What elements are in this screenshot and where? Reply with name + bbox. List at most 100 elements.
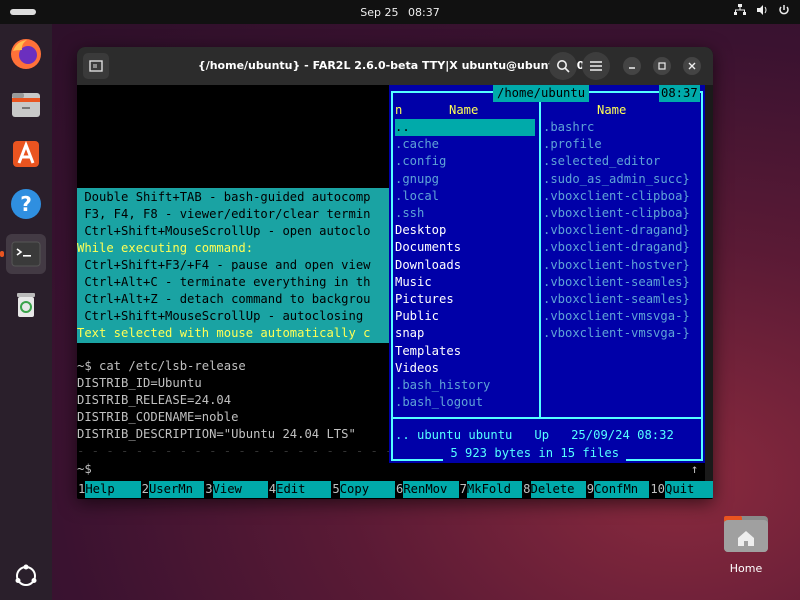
help-line: Text selected with mouse automatically c (77, 326, 371, 340)
fkey-button[interactable]: 10 Quit (649, 481, 713, 498)
dock-files[interactable] (6, 84, 46, 124)
dock-firefox[interactable] (6, 34, 46, 74)
file-item[interactable]: .selected_editor (543, 153, 660, 170)
fkey-label: UserMn (148, 481, 205, 498)
fkey-number: 1 (77, 481, 86, 498)
file-item[interactable]: .. (395, 119, 535, 137)
volume-icon (756, 4, 768, 19)
help-line: Ctrl+Shift+MouseScrollUp - open autoclo (77, 224, 371, 238)
fkey-button[interactable]: 6 RenMov (394, 481, 459, 498)
file-item[interactable]: .bash_history (395, 377, 490, 394)
file-item[interactable]: .sudo_as_admin_succ} (543, 171, 690, 188)
file-item[interactable]: Downloads (395, 257, 461, 274)
file-item[interactable]: .vboxclient-seamles} (543, 274, 690, 291)
fkey-button[interactable]: 9 ConfMn (585, 481, 650, 498)
separator-line: - - - - - - - - - - - - - - - - - - - - … (77, 444, 389, 458)
help-icon: ? (11, 189, 41, 219)
fkey-button[interactable]: 2 UserMn (140, 481, 205, 498)
file-item[interactable]: Documents (395, 239, 461, 256)
trash-icon (17, 293, 35, 317)
power-icon (778, 4, 790, 19)
show-apps-icon[interactable] (14, 564, 38, 588)
console-line: DISTRIB_DESCRIPTION="Ubuntu 24.04 LTS" (77, 427, 356, 441)
minimize-button[interactable] (623, 57, 641, 75)
file-item[interactable]: .vboxclient-clipboa} (543, 188, 690, 205)
fkey-button[interactable]: 5 Copy (331, 481, 395, 498)
file-item[interactable]: .gnupg (395, 171, 439, 188)
file-item[interactable]: snap (395, 325, 424, 342)
console-line: DISTRIB_RELEASE=24.04 (77, 393, 232, 407)
function-key-bar: 1 Help 2 UserMn 3 View 4 Edit 5 Copy 6 RenMov 7 MkFol… (77, 481, 713, 498)
fkey-number: 4 (267, 481, 277, 498)
help-line: While executing command: (77, 241, 254, 255)
command-prompt[interactable]: ~$ (77, 461, 92, 478)
file-item[interactable]: Desktop (395, 222, 446, 239)
fkey-button[interactable]: 4 Edit (267, 481, 332, 498)
console-line: ~$ cat /etc/lsb-release (77, 359, 246, 373)
fkey-label: RenMov (403, 481, 459, 498)
fkey-label: Copy (339, 481, 395, 498)
panel-col-n: n (395, 103, 403, 117)
scrollbar[interactable] (705, 85, 713, 481)
dock-trash[interactable] (6, 284, 46, 324)
fkey-label: Help (85, 481, 141, 498)
fkey-button[interactable]: 1 Help (77, 481, 141, 498)
file-item[interactable]: .ssh (395, 205, 424, 222)
fkey-number: 5 (331, 481, 340, 498)
file-panel[interactable]: /home/ubuntu 08:37 n Name Name .. .cache.… (389, 85, 705, 463)
file-item[interactable]: .vboxclient-vmsvga-} (543, 308, 690, 325)
close-button[interactable] (683, 57, 701, 75)
close-icon (688, 62, 696, 70)
dock-terminal[interactable] (0, 234, 46, 274)
file-item[interactable]: .vboxclient-vmsvga-} (543, 325, 690, 342)
help-line: Ctrl+Alt+C - terminate everything in th (77, 275, 371, 289)
scroll-up-icon[interactable]: ↑ (691, 461, 698, 478)
panel-col-name-right[interactable]: Name (597, 102, 626, 119)
file-item[interactable]: .vboxclient-clipboa} (543, 205, 690, 222)
fkey-number: 10 (649, 481, 666, 498)
file-item[interactable]: .bashrc (543, 119, 594, 136)
file-item[interactable]: .bash_logout (395, 394, 483, 411)
terminal-area[interactable]: Double Shift+TAB - bash-guided autocomp … (77, 85, 713, 499)
file-item[interactable]: .config (395, 153, 446, 170)
help-line: F3, F4, F8 - viewer/editor/clear termin (77, 207, 371, 221)
file-item[interactable]: .vboxclient-seamles} (543, 291, 690, 308)
system-tray[interactable] (734, 4, 790, 19)
file-item[interactable]: .vboxclient-dragand} (543, 239, 690, 256)
file-item[interactable]: Public (395, 308, 439, 325)
panel-path[interactable]: /home/ubuntu (493, 85, 590, 103)
panel-status-divider (393, 417, 701, 419)
file-item[interactable]: Pictures (395, 291, 454, 308)
menu-button[interactable] (582, 52, 610, 80)
fkey-label: View (212, 481, 268, 498)
search-button[interactable] (549, 52, 577, 80)
file-item[interactable]: Videos (395, 360, 439, 377)
dock-app-center[interactable] (6, 134, 46, 174)
dock-help[interactable]: ? (6, 184, 46, 224)
new-tab-button[interactable] (83, 53, 109, 79)
activities-button[interactable] (10, 9, 36, 15)
file-item[interactable]: Templates (395, 343, 461, 360)
file-item[interactable]: .vboxclient-dragand} (543, 222, 690, 239)
fkey-button[interactable]: 3 View (204, 481, 268, 498)
fkey-number: 9 (585, 481, 595, 498)
help-line: Ctrl+Shift+MouseScrollUp - autoclosing (77, 309, 371, 323)
file-item[interactable]: .profile (543, 136, 602, 153)
file-item[interactable]: .local (395, 188, 439, 205)
files-icon (12, 93, 40, 117)
file-item[interactable]: Music (395, 274, 432, 291)
network-icon (734, 4, 746, 19)
maximize-button[interactable] (653, 57, 671, 75)
terminal-icon (11, 241, 41, 267)
panel-col-name-left[interactable]: Name (449, 102, 478, 119)
clock[interactable]: Sep 25 08:37 (357, 6, 442, 19)
file-item[interactable]: .cache (395, 136, 439, 153)
fkey-number: 7 (458, 481, 467, 498)
desktop-home[interactable] (722, 512, 770, 560)
file-item[interactable]: .vboxclient-hostver} (543, 257, 690, 274)
fkey-button[interactable]: 7 MkFold (458, 481, 523, 498)
desktop-home-label: Home (729, 562, 763, 575)
fkey-label: ConfMn (594, 481, 650, 498)
fkey-button[interactable]: 8 Delete (522, 481, 586, 498)
panel-summary: 5 923 bytes in 15 files (443, 445, 627, 463)
